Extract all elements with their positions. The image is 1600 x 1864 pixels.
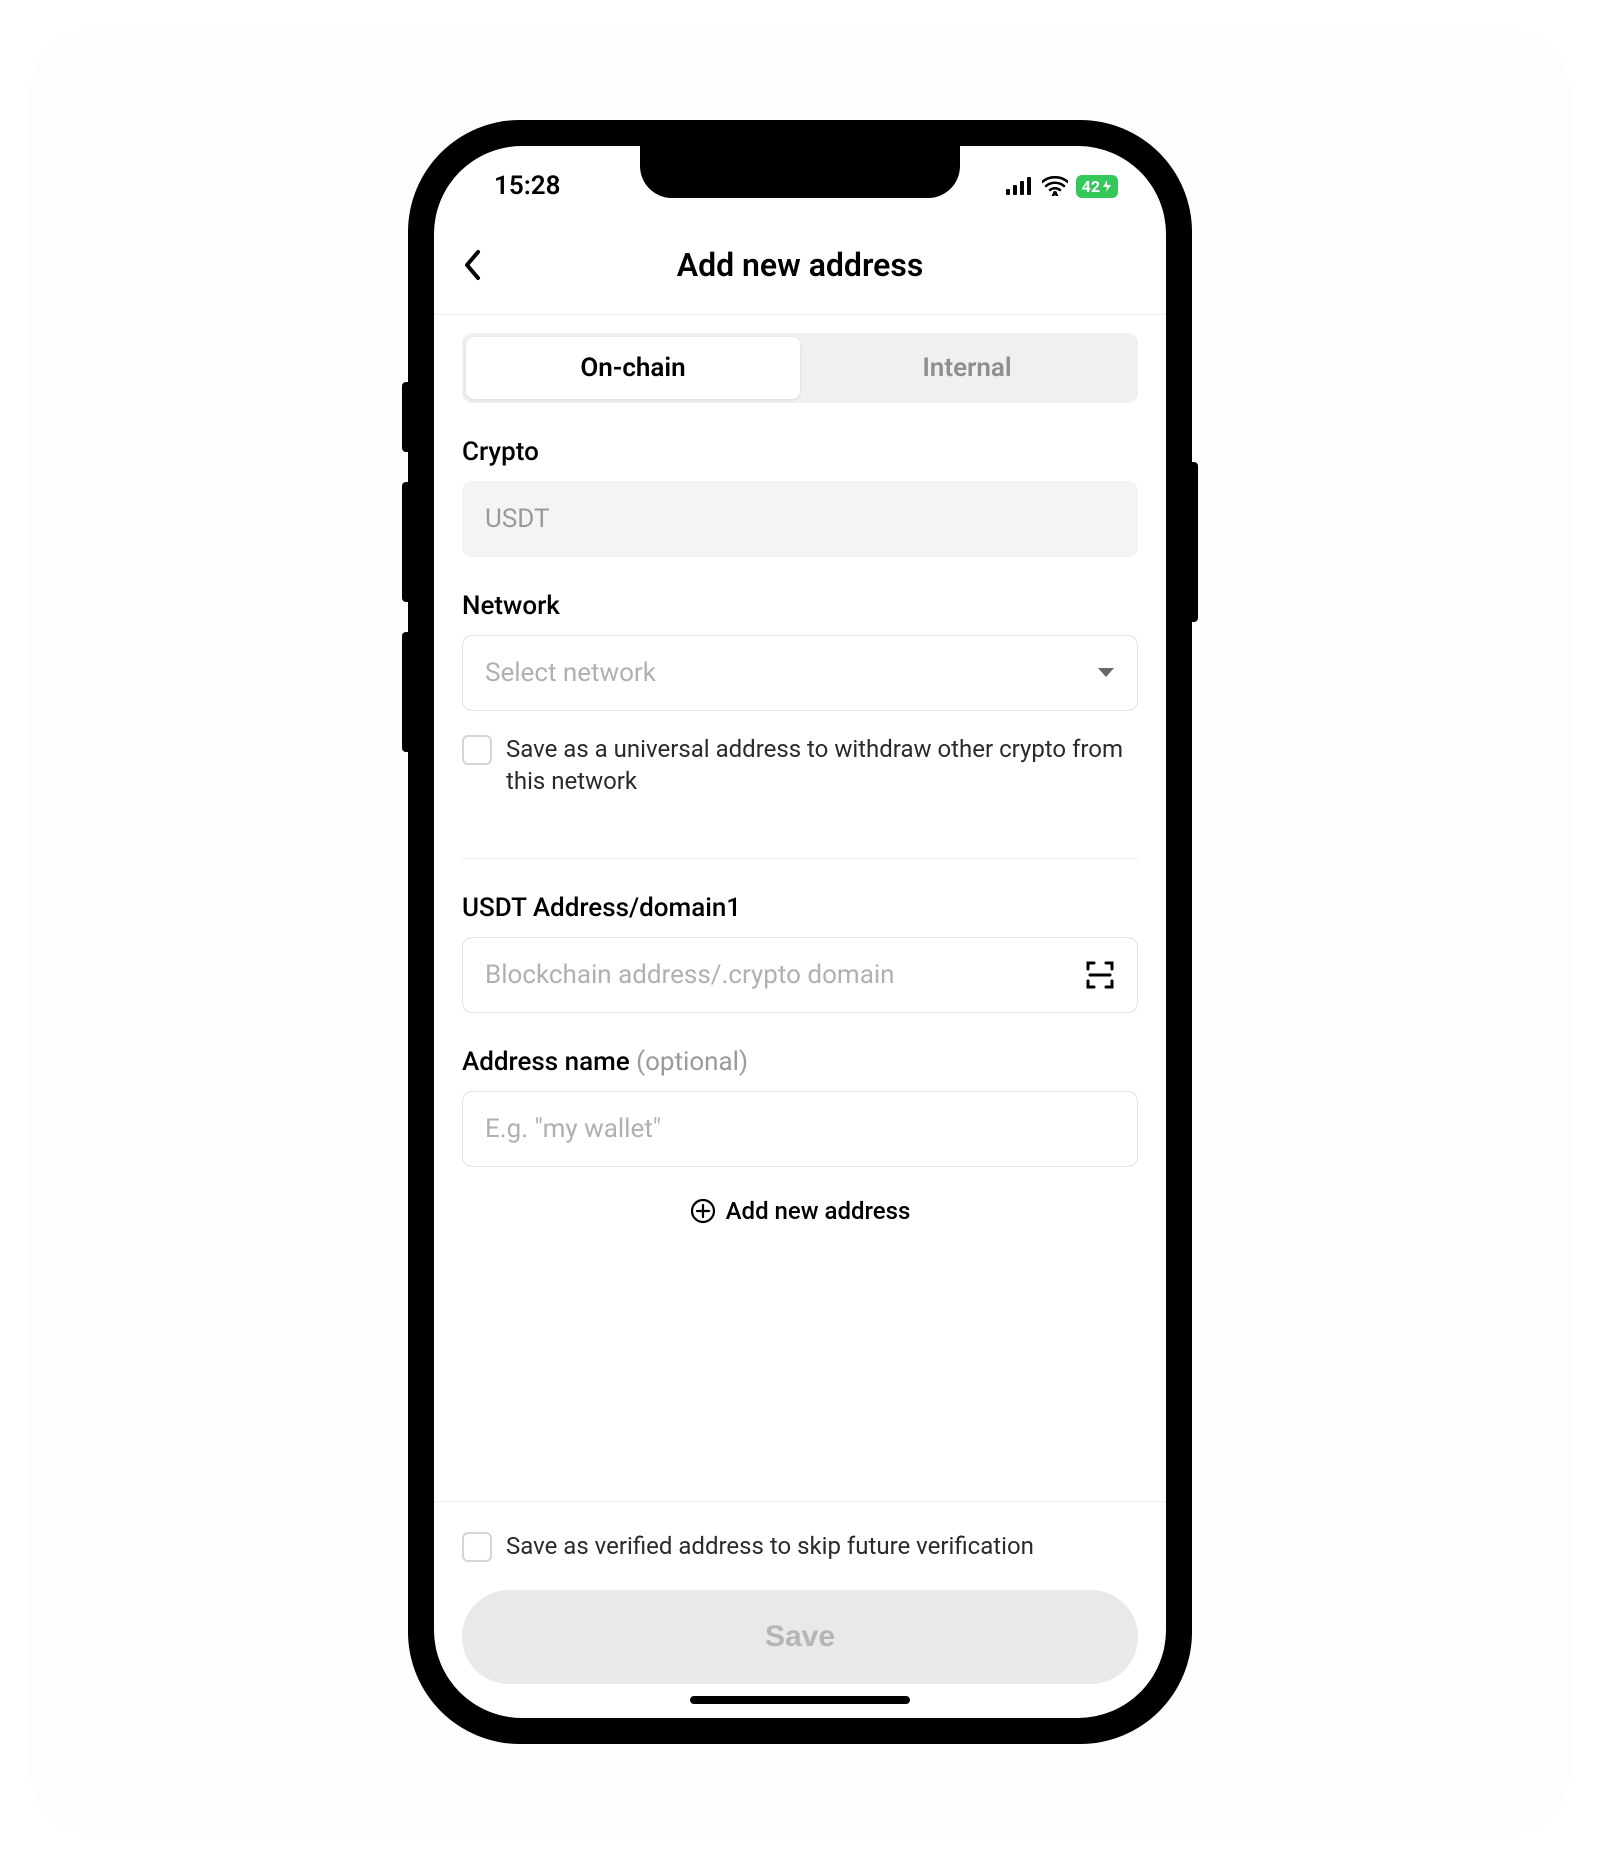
battery-level: 42 [1082,177,1100,196]
address-name-input[interactable]: E.g. "my wallet" [462,1091,1138,1167]
status-right: 42 [1006,175,1118,198]
charging-icon [1102,180,1112,192]
network-select[interactable]: Select network [462,635,1138,711]
address-name-section: Address name (optional) E.g. "my wallet" [434,1013,1166,1167]
phone-screen: 15:28 42 [434,146,1166,1718]
phone-side-button-right [1190,462,1198,622]
add-new-address-label: Add new address [726,1197,911,1225]
page-title: Add new address [462,246,1138,284]
universal-address-row: Save as a universal address to withdraw … [462,733,1138,798]
plus-circle-icon [690,1198,716,1224]
address-input[interactable]: Blockchain address/.crypto domain [462,937,1138,1013]
address-name-label-text: Address name [462,1047,636,1077]
spacer [434,1235,1166,1501]
scan-qr-button[interactable] [1085,960,1115,990]
tab-group: On-chain Internal [462,333,1138,403]
chevron-down-icon [1097,667,1115,679]
verified-address-row: Save as verified address to skip future … [462,1530,1138,1562]
verified-address-label: Save as verified address to skip future … [506,1530,1034,1562]
back-button[interactable] [462,249,482,281]
page-header: Add new address [434,226,1166,314]
address-section: USDT Address/domain1 Blockchain address/… [434,859,1166,1013]
wifi-icon [1042,176,1068,196]
crypto-field[interactable]: USDT [462,481,1138,557]
outer-card: 15:28 42 [30,30,1570,1834]
battery-indicator: 42 [1076,175,1118,198]
network-label: Network [462,591,1138,621]
footer: Save as verified address to skip future … [434,1501,1166,1718]
cellular-icon [1006,177,1034,195]
content-area: On-chain Internal Crypto USDT Network Se… [434,315,1166,1718]
address-name-label: Address name (optional) [462,1047,1138,1077]
phone-side-button-left-2 [402,632,410,752]
add-new-address-button[interactable]: Add new address [434,1167,1166,1235]
verified-address-checkbox[interactable] [462,1532,492,1562]
scan-icon [1085,960,1115,990]
tab-onchain[interactable]: On-chain [466,337,800,399]
address-name-optional: (optional) [636,1047,748,1077]
tab-internal[interactable]: Internal [800,337,1134,399]
network-section: Network Select network Save as a univers… [434,557,1166,798]
address-label: USDT Address/domain1 [462,893,1138,923]
address-name-placeholder: E.g. "my wallet" [485,1114,661,1144]
universal-address-checkbox[interactable] [462,735,492,765]
crypto-label: Crypto [462,437,1138,467]
address-placeholder: Blockchain address/.crypto domain [485,960,895,990]
save-button[interactable]: Save [462,1590,1138,1684]
chevron-left-icon [462,249,482,281]
section-gap [434,798,1166,858]
network-placeholder: Select network [485,658,656,688]
universal-address-label: Save as a universal address to withdraw … [506,733,1138,798]
crypto-value: USDT [485,504,550,534]
crypto-section: Crypto USDT [434,403,1166,557]
phone-frame: 15:28 42 [410,122,1190,1742]
home-indicator[interactable] [690,1696,910,1704]
status-time: 15:28 [494,171,561,201]
phone-notch [640,146,960,198]
